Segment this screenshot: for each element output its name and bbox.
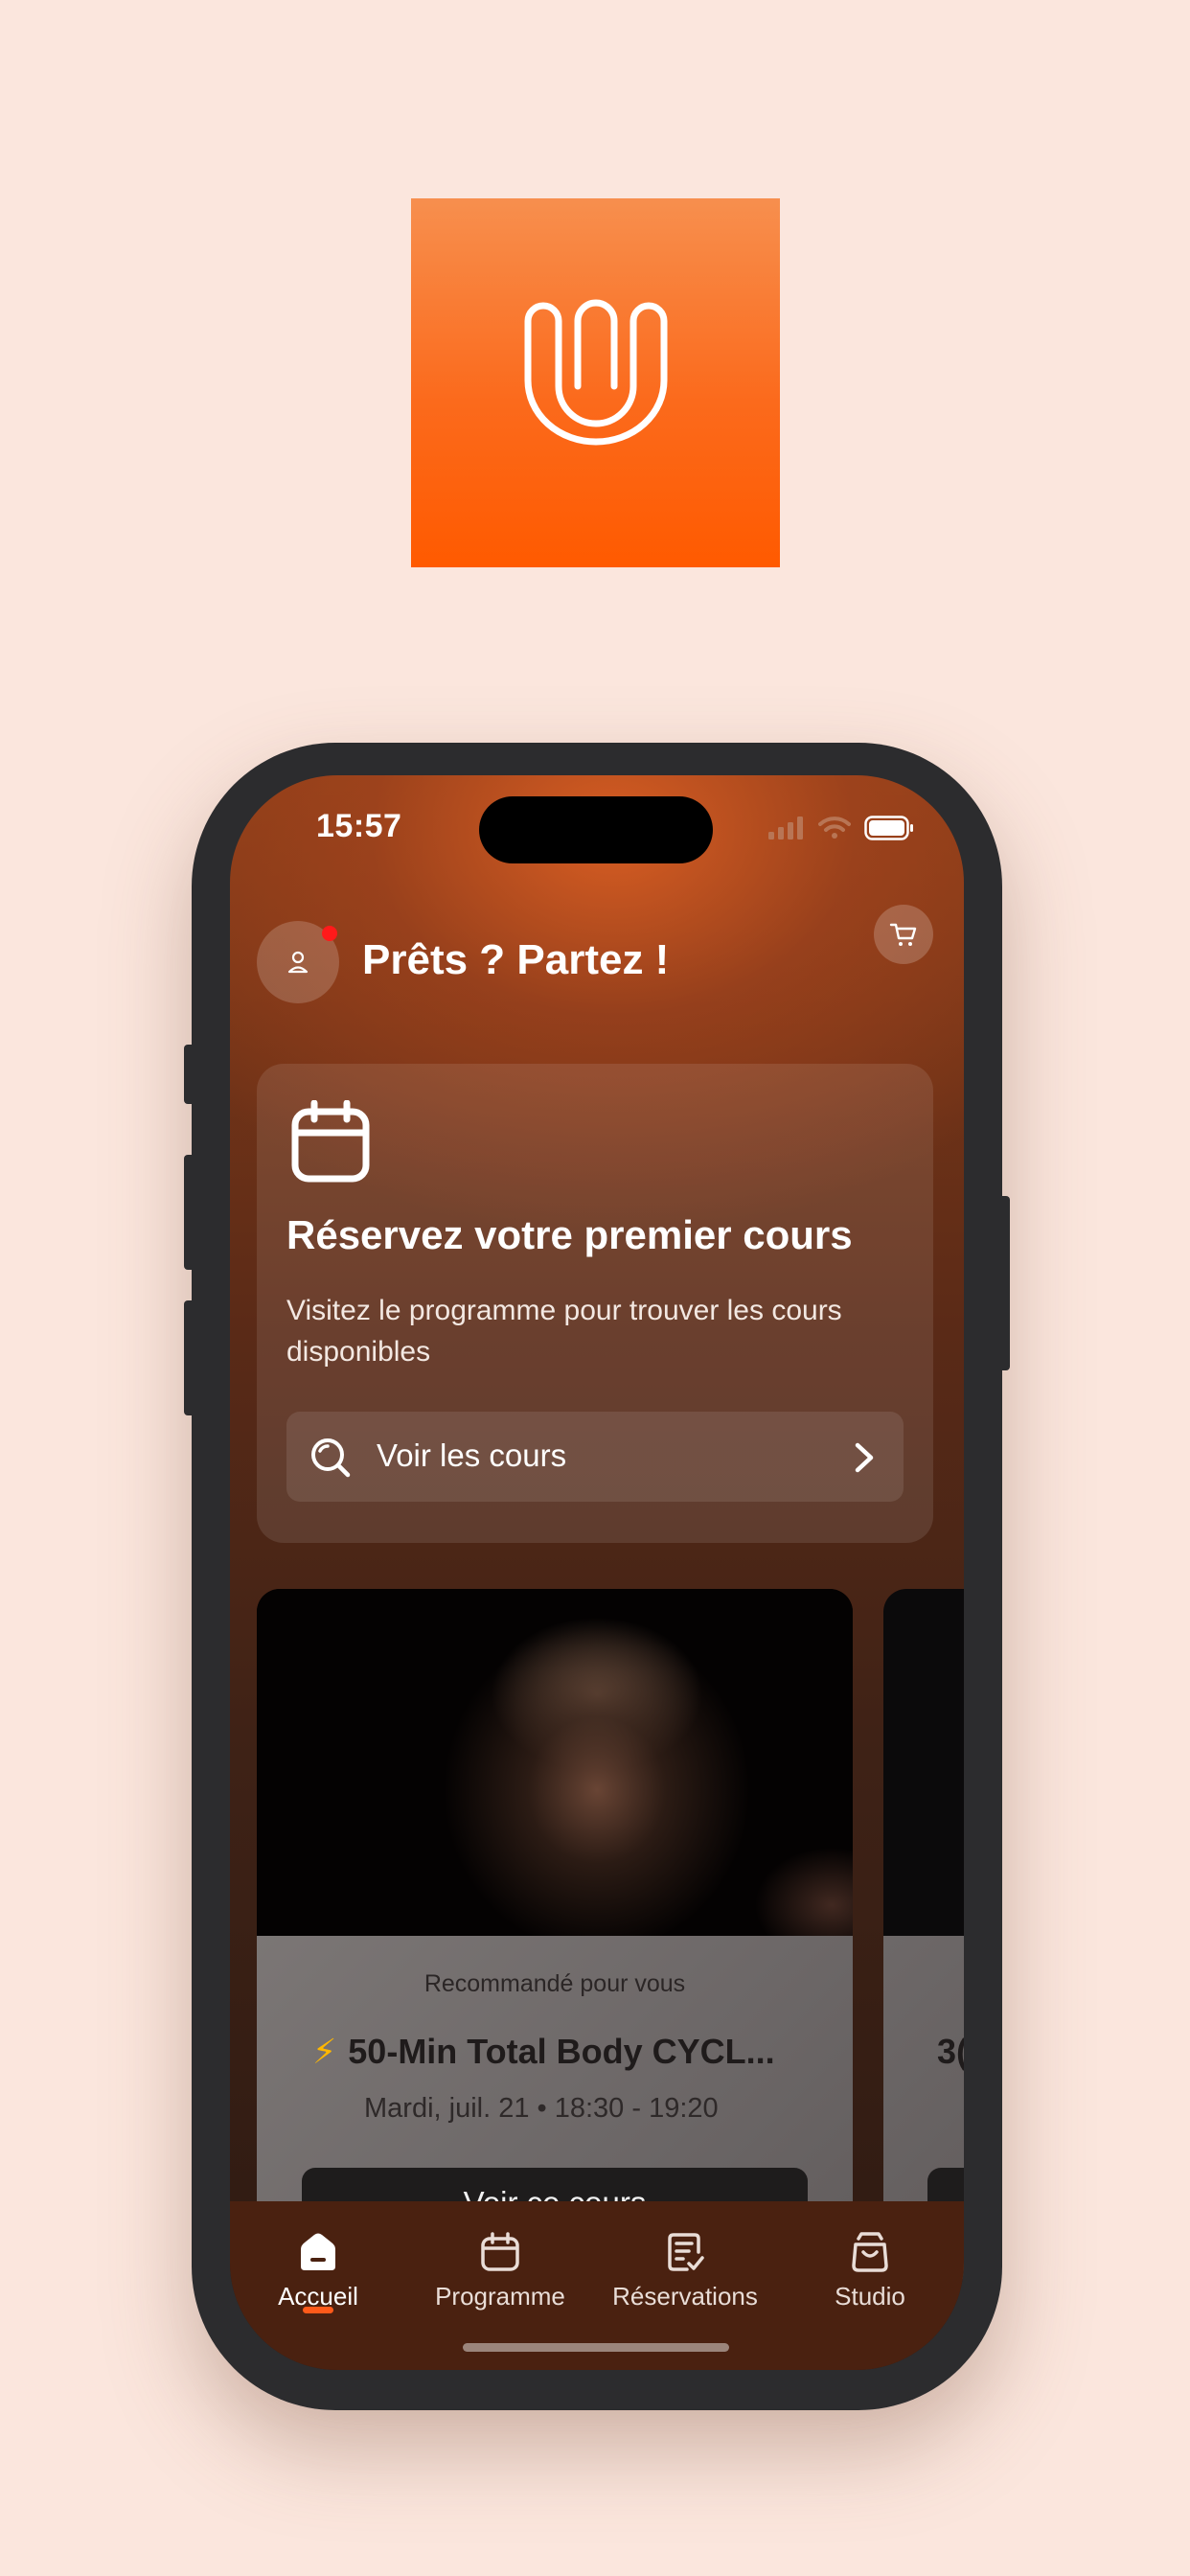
first-booking-card: Réservez votre premier cours Visitez le … [257, 1064, 933, 1543]
calendar-icon [291, 1100, 370, 1183]
status-time: 15:57 [316, 808, 402, 844]
class-name: ⚡ 50-Min Total Body CYCL... [312, 2032, 775, 2072]
calendar-icon [481, 2232, 519, 2271]
see-classes-label: Voir les cours [377, 1438, 567, 1473]
status-icons [768, 816, 914, 840]
receipt-check-icon [668, 2233, 704, 2271]
recommended-class-card[interactable]: Recommandé pour vous ⚡ 50-Min Total Body… [257, 1589, 853, 2279]
tab-studio-label: Studio [835, 2282, 905, 2311]
lightning-icon: ⚡ [312, 2032, 337, 2071]
dynamic-island [479, 796, 713, 863]
phone-screen: 15:57 Prêts ? Partez ! Réservez votre pr… [230, 775, 964, 2370]
shopping-bag-icon [852, 2232, 888, 2272]
see-classes-button[interactable]: Voir les cours [286, 1412, 904, 1502]
home-indicator[interactable] [463, 2343, 729, 2352]
tab-studio[interactable]: Studio [784, 2230, 956, 2312]
tab-programme[interactable]: Programme [414, 2230, 586, 2312]
tab-programme-label: Programme [435, 2282, 565, 2311]
signal-icon [768, 816, 803, 840]
home-icon [301, 2233, 335, 2270]
user-icon [287, 951, 309, 974]
booking-card-title: Réservez votre premier cours [286, 1212, 853, 1257]
notification-dot [322, 926, 337, 941]
search-icon [311, 1438, 351, 1478]
cart-icon [889, 923, 917, 946]
class-schedule: Mardi, juil. 21 • 18:30 - 19:20 [364, 2093, 719, 2124]
tab-reservations[interactable]: Réservations [599, 2230, 771, 2312]
class-photo [257, 1589, 853, 1936]
battery-icon [864, 816, 913, 840]
active-tab-indicator [303, 2307, 333, 2313]
tab-reservations-label: Réservations [612, 2282, 758, 2311]
class-name-text: 50-Min Total Body CYCL... [348, 2032, 775, 2071]
booking-card-description: Visitez le programme pour trouver les co… [286, 1295, 842, 1368]
wifi-icon [818, 816, 851, 839]
tab-accueil[interactable]: Accueil [232, 2230, 404, 2312]
next-class-name: 3( [937, 2032, 964, 2071]
greeting-title: Prêts ? Partez ! [362, 936, 670, 983]
chevron-right-icon [855, 1442, 874, 1473]
recommended-label: Recommandé pour vous [423, 1970, 686, 1997]
next-class-card[interactable]: 3( [883, 1589, 964, 2279]
cart-button[interactable] [874, 905, 933, 964]
app-logo-icon [411, 198, 780, 567]
